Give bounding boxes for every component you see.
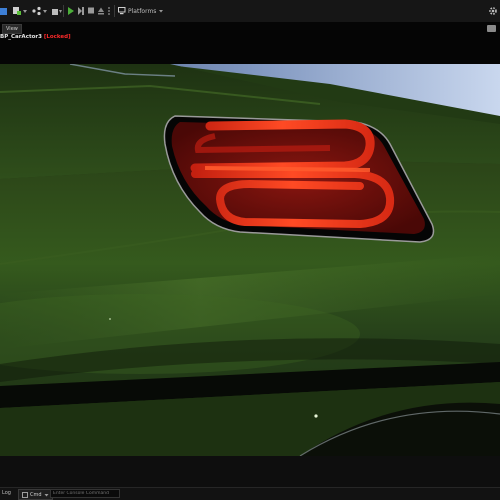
output-log-tab[interactable]: Log [2, 490, 11, 496]
chevron-down-icon [44, 493, 49, 496]
pilot-actor-label: BP_CarActor3 [Locked] [0, 34, 71, 40]
blueprints-button[interactable] [31, 5, 49, 17]
skip-forward-icon [78, 7, 84, 15]
view-tab[interactable]: View [2, 24, 22, 34]
terminal-icon [22, 491, 28, 498]
more-options-icon [108, 7, 110, 15]
select-mode-button[interactable] [0, 5, 8, 17]
actor-name: BP_CarActor3 [0, 34, 42, 40]
play-icon [68, 7, 74, 15]
chevron-down-icon [159, 10, 164, 13]
locked-status: [Locked] [43, 34, 71, 40]
blueprint-graph-icon [32, 6, 47, 16]
viewport-options-icon[interactable] [487, 25, 496, 32]
play-button[interactable] [67, 5, 75, 17]
viewport-header: View BP_CarActor3 [Locked] [0, 22, 500, 64]
cube-icon [0, 8, 7, 15]
skip-forward-button[interactable] [77, 5, 86, 17]
play-options-button[interactable] [106, 5, 112, 17]
cmd-label: Cmd [30, 491, 42, 498]
cinematics-button[interactable] [51, 5, 63, 17]
status-bar: Log Cmd [0, 487, 500, 500]
viewport-render[interactable] [0, 64, 500, 456]
stop-button[interactable] [87, 5, 95, 17]
console-command-input[interactable] [50, 489, 120, 498]
editor-bottom-area: Log Cmd [0, 456, 500, 500]
cmd-dropdown[interactable]: Cmd [18, 489, 53, 500]
settings-icon [489, 7, 497, 15]
eject-button[interactable] [97, 5, 105, 17]
settings-button[interactable] [488, 5, 498, 17]
toolbar-divider [114, 5, 115, 17]
eject-icon [98, 7, 104, 15]
clapper-icon [52, 9, 62, 15]
platforms-label: Platforms [128, 7, 157, 15]
add-content-button[interactable] [12, 5, 28, 17]
car-taillight-render [0, 64, 500, 456]
stop-icon [88, 7, 94, 14]
editor-toolbar: Platforms [0, 0, 500, 23]
platforms-icon [118, 7, 126, 15]
platforms-button[interactable]: Platforms [118, 5, 164, 17]
add-content-icon [13, 7, 27, 15]
toolbar-divider [63, 5, 64, 17]
